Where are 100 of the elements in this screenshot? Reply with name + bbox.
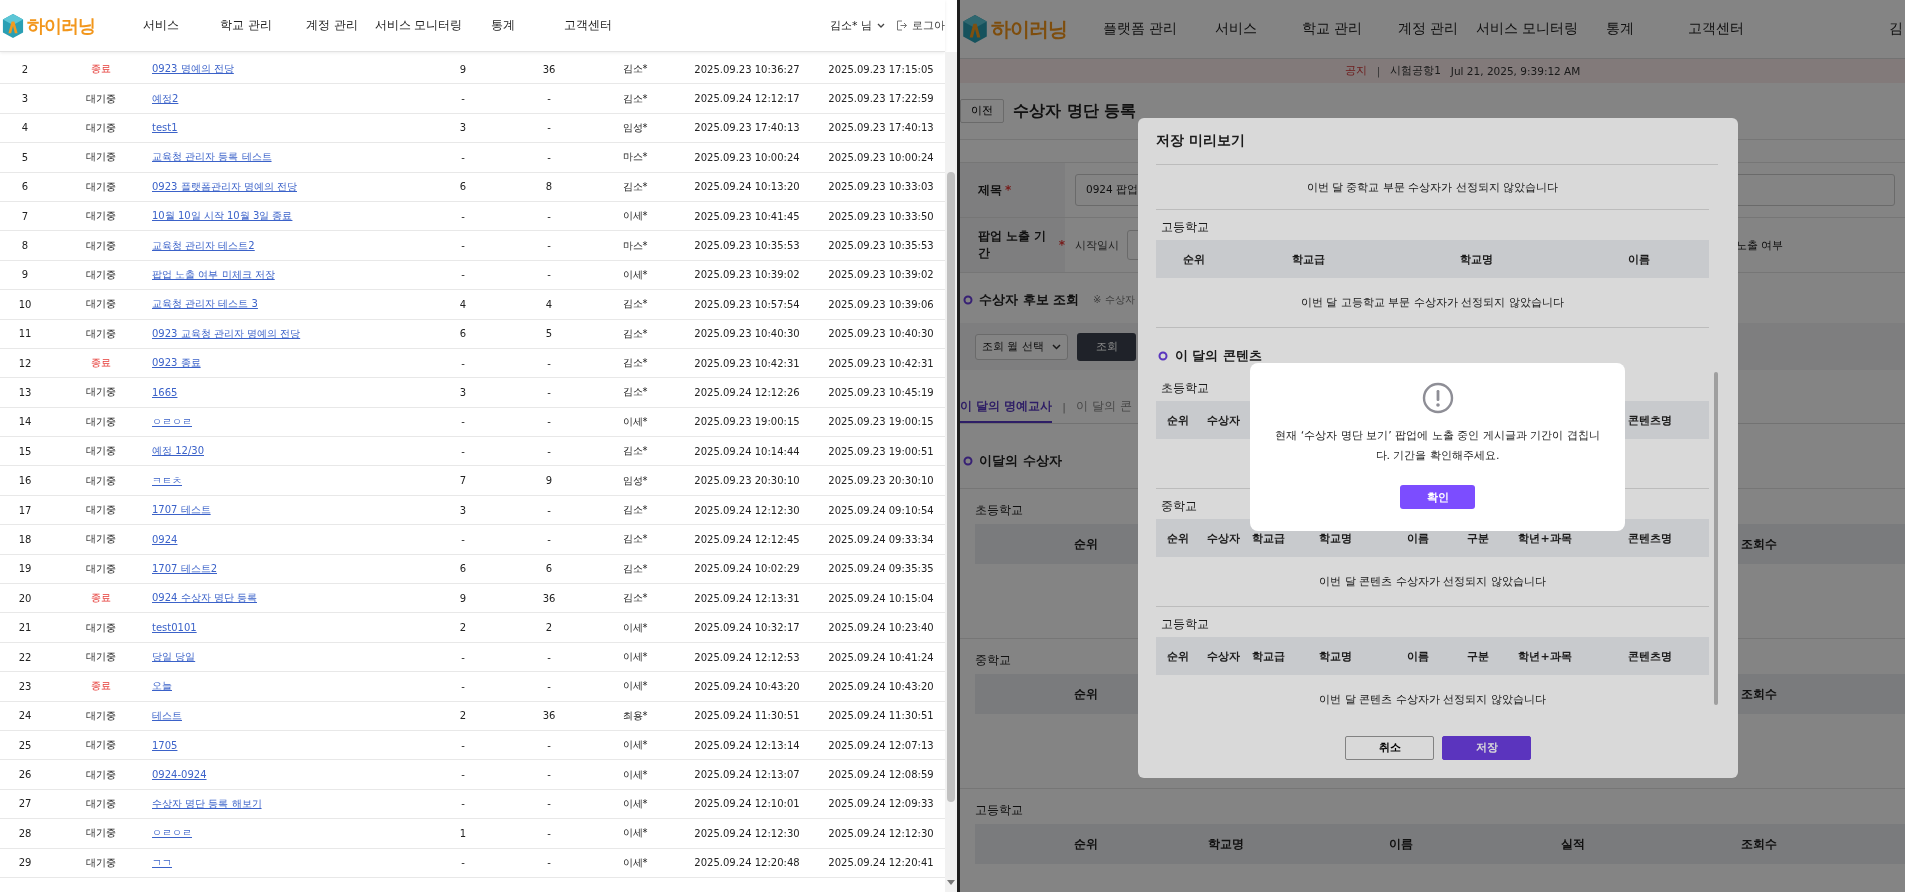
- table-cell-text: -: [460, 680, 466, 692]
- author-name: 이세*: [621, 826, 649, 841]
- row-number: 4: [20, 122, 30, 134]
- empty-message: 이번 달 콘텐츠 수상자가 선정되지 않았습니다: [1319, 574, 1546, 589]
- title-link[interactable]: ㄱㄱ: [152, 856, 172, 868]
- nav-link[interactable]: 계정 관리: [1380, 20, 1476, 38]
- title-link[interactable]: 팝업 노출 여부 미체크 저장: [152, 268, 275, 280]
- date-text: 2025.09.24 10:41:24: [827, 651, 935, 663]
- date-text: 2025.09.24 09:10:54: [827, 504, 935, 516]
- author-name: 김소*: [621, 326, 649, 341]
- title-link[interactable]: ㅇㄹㅇㄹ: [152, 827, 192, 839]
- title-link[interactable]: 1665: [152, 387, 178, 398]
- logout-link[interactable]: 로그아: [912, 18, 945, 33]
- title-link[interactable]: 1707 테스트: [152, 504, 211, 516]
- title-link[interactable]: 예정2: [152, 92, 179, 104]
- title-link[interactable]: 0924-0924: [152, 769, 207, 781]
- logout-icon[interactable]: [896, 20, 907, 31]
- nav-link[interactable]: 통계: [460, 17, 546, 34]
- title-link[interactable]: test0101: [152, 622, 197, 634]
- title-link[interactable]: 0923 플랫폼관리자 명예의 전당: [152, 180, 297, 192]
- author-name: 이세*: [621, 679, 649, 694]
- caret-icon[interactable]: [877, 23, 885, 28]
- scrollbar[interactable]: [945, 52, 957, 892]
- row-number: 22: [17, 651, 33, 663]
- title-link[interactable]: test1: [152, 122, 178, 134]
- month-select[interactable]: 조회 월 선택: [975, 333, 1068, 360]
- column-header: 수상자: [1206, 530, 1240, 546]
- nav-link[interactable]: 서비스: [118, 17, 204, 34]
- date-text: 2025.09.24 10:02:29: [693, 563, 801, 575]
- date-text: 2025.09.23 10:00:24: [827, 151, 935, 163]
- table-cell-text: -: [460, 269, 466, 281]
- nav-link[interactable]: 학교 관리: [203, 17, 289, 34]
- date-text: 2025.09.24 11:30:51: [827, 710, 935, 722]
- title-link[interactable]: 1705: [152, 739, 178, 751]
- save-button[interactable]: 저장: [1442, 736, 1531, 760]
- title-link[interactable]: 교육청 관리자 테스트 3: [152, 298, 258, 310]
- title-link[interactable]: 오늘: [152, 680, 172, 692]
- nav-link[interactable]: 서비스: [1188, 20, 1284, 38]
- nav-link[interactable]: 플랫폼 관리: [1092, 20, 1188, 38]
- cancel-button[interactable]: 취소: [1345, 736, 1434, 760]
- column-header: 콘텐츠명: [1627, 530, 1672, 546]
- tab[interactable]: 이 달의 명예교사: [960, 392, 1053, 423]
- column-header: 학교급: [1291, 251, 1325, 267]
- notice-text: 시험공항1: [1390, 64, 1441, 78]
- title-link[interactable]: 교육청 관리자 테스트2: [152, 239, 255, 251]
- title-link[interactable]: 1707 테스트2: [152, 562, 217, 574]
- table-cell-text: -: [546, 445, 552, 457]
- title-link[interactable]: 교육청 관리자 등록 테스트: [152, 151, 272, 163]
- table-cell-text: -: [546, 798, 552, 810]
- title-link[interactable]: ㅇㄹㅇㄹ: [152, 415, 192, 427]
- nav-link[interactable]: 서비스 모니터링: [374, 17, 460, 34]
- column-header: 조회수: [1741, 685, 1777, 703]
- status-label: 대기중: [85, 267, 117, 282]
- title-link[interactable]: 0924: [152, 533, 178, 545]
- title-link[interactable]: 0923 종료: [152, 357, 201, 369]
- row-number: 11: [17, 328, 33, 340]
- date-text: 2025.09.23 10:35:53: [827, 240, 935, 252]
- title-link[interactable]: 당일 당일: [152, 651, 196, 662]
- section-title: 수상자 후보 조회: [979, 291, 1080, 309]
- title-link[interactable]: 10월 10일 시작 10월 3일 종료: [152, 210, 293, 222]
- title-link[interactable]: 예정 12/30: [152, 445, 204, 457]
- table-cell-text: -: [546, 416, 552, 428]
- date-text: 2025.09.24 12:12:30: [827, 827, 935, 839]
- status-label: 대기중: [85, 532, 117, 547]
- column-header: 콘텐츠명: [1627, 648, 1672, 664]
- title-link[interactable]: 수상자 명단 등록 해보기: [152, 797, 262, 809]
- status-label: 종료: [90, 62, 112, 77]
- status-label: 대기중: [85, 826, 117, 841]
- title-link[interactable]: 0923 명예의 전당: [152, 63, 234, 75]
- title-link[interactable]: 0923 교육청 관리자 명예의 전당: [152, 327, 301, 339]
- nav-link[interactable]: 고객센터: [545, 17, 631, 34]
- table-cell-text: -: [546, 93, 552, 105]
- start-label: 시작일시: [1075, 237, 1119, 253]
- date-text: 2025.09.24 12:08:59: [827, 769, 935, 781]
- table-label: 고등학교: [975, 803, 1023, 817]
- scrollbar[interactable]: [1714, 372, 1718, 705]
- title-link[interactable]: 0924 수상자 명단 등록: [152, 592, 257, 604]
- nav-link[interactable]: 계정 관리: [289, 17, 375, 34]
- table-cell-text: 3: [458, 387, 468, 398]
- back-button[interactable]: 이전: [960, 99, 1004, 123]
- table-cell-text: 5: [544, 328, 554, 340]
- confirm-button[interactable]: 확인: [1400, 485, 1475, 509]
- bullet-icon: [963, 295, 973, 305]
- nav-link[interactable]: 고객센터: [1668, 20, 1764, 38]
- search-button[interactable]: 조회: [1077, 332, 1136, 361]
- table-cell-text: -: [546, 122, 552, 134]
- note-text: ※ 수상자: [1093, 293, 1135, 307]
- column-header: 구분: [1467, 648, 1489, 664]
- scroll-down-icon[interactable]: [947, 880, 955, 886]
- column-header: 콘텐츠명: [1627, 412, 1672, 428]
- row-number: 29: [17, 857, 33, 869]
- title-link[interactable]: 테스트: [152, 709, 182, 721]
- title-link[interactable]: ㅋㅌㅊ: [152, 474, 182, 486]
- empty-message: 이번 달 중학교 부문 수상자가 선정되지 않았습니다: [1306, 179, 1559, 195]
- date-text: 2025.09.24 12:12:26: [693, 387, 801, 398]
- status-label: 대기중: [85, 796, 117, 811]
- row-number: 28: [17, 827, 33, 839]
- status-label: 대기중: [85, 414, 117, 429]
- nav-link[interactable]: 학교 관리: [1284, 20, 1380, 38]
- row-number: 27: [17, 798, 33, 810]
